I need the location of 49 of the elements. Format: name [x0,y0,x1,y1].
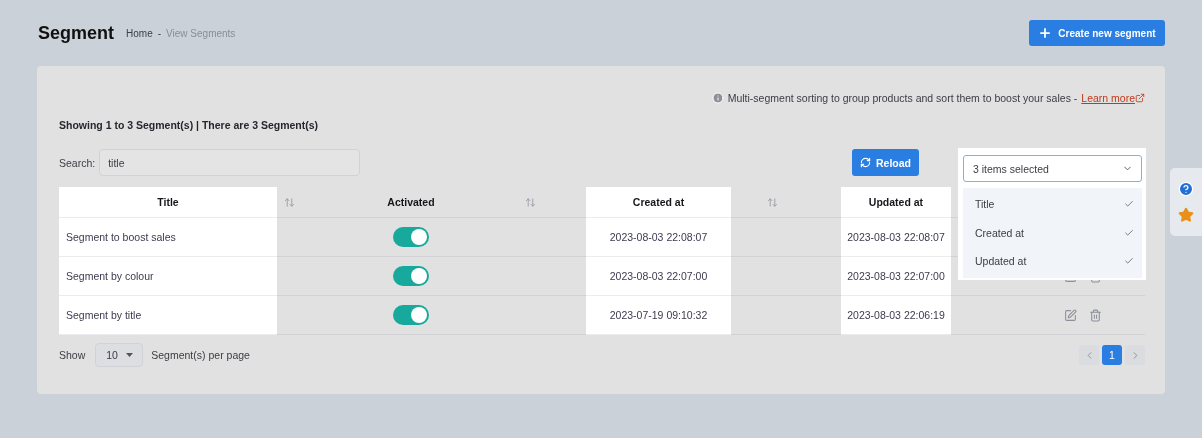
created-date: 2023-08-03 22:08:07 [609,231,708,243]
page-size-select[interactable]: 10 [95,343,144,367]
created-date: 2023-08-03 22:07:00 [609,270,708,282]
show-label: Show [59,349,86,361]
segment-title[interactable]: Segment by colour [66,270,154,282]
updated-date: 2023-08-03 22:06:19 [847,309,945,321]
breadcrumb-separator: - [157,27,162,39]
column-header[interactable]: Created at [586,187,731,218]
updated-date: 2023-08-03 22:07:00 [847,270,945,282]
breadcrumb-item[interactable]: Home [126,27,153,39]
caret-icon [125,353,133,357]
column-header[interactable]: Updated at [841,187,951,218]
activated-toggle[interactable] [393,227,429,247]
info-icon [711,92,724,104]
next-page-button[interactable] [1125,345,1145,365]
external-link-icon [1135,93,1145,103]
updated-date: 2023-08-03 22:08:07 [847,231,945,243]
previous-page-button[interactable] [1079,345,1099,365]
star-icon[interactable] [1178,207,1194,223]
search-label: Search: [59,156,96,169]
segment-title[interactable]: Segment to boost sales [66,231,176,243]
column-option[interactable]: Title [963,190,1142,219]
page-button[interactable]: 1 [1102,345,1122,365]
delete-icon[interactable] [1089,308,1102,322]
column-option[interactable]: Updated at [963,247,1142,276]
segment-title[interactable]: Segment by title [66,309,142,321]
sort-icon[interactable] [525,196,536,208]
sort-icon[interactable] [284,196,295,208]
reload-button[interactable]: Reload [852,149,919,176]
created-date: 2023-07-19 09:10:32 [609,309,708,321]
create-segment-button[interactable]: Create new segment [1029,20,1165,46]
refresh-icon [860,157,871,168]
search-field[interactable]: title [99,149,361,176]
column-header[interactable]: Title [59,187,277,218]
plus-icon [1038,26,1053,40]
page-title: Segment [38,22,115,44]
column-option[interactable]: Created at [963,218,1142,247]
help-icon[interactable] [1178,181,1194,197]
sort-icon[interactable] [767,196,778,208]
column-picker-field[interactable]: 3 items selected [963,155,1142,182]
summary-text: Showing 1 to 3 Segment(s) | There are 3 Segment(s) [59,119,320,133]
breadcrumb-item: View Segments [166,27,236,39]
edit-icon[interactable] [1064,308,1077,322]
per-page-label: Segment(s) per page [151,349,250,361]
column-header[interactable]: Activated [303,187,519,218]
activated-toggle[interactable] [393,305,429,325]
learn-more-link[interactable]: Learn more [1081,92,1135,104]
activated-toggle[interactable] [393,266,429,286]
info-text: Multi-segment sorting to group products and sort them to boost your sales - [727,92,1078,104]
